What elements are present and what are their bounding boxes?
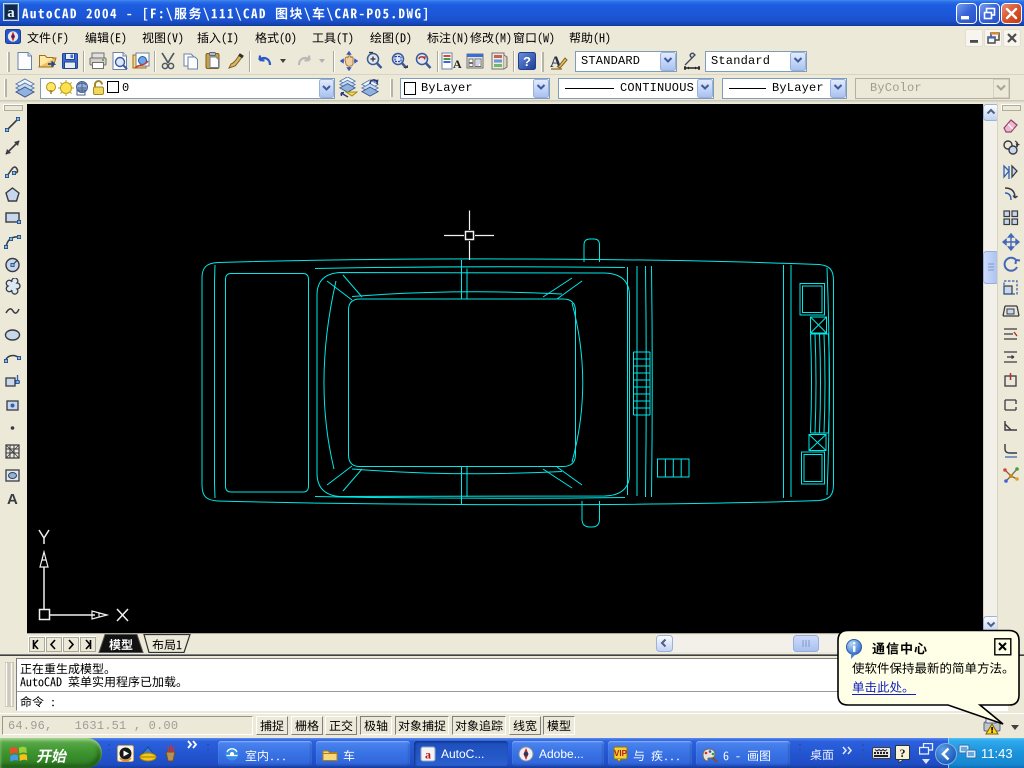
svg-text:a: a [425,748,431,762]
svg-text:A: A [453,57,462,71]
svg-text:?: ? [900,746,906,760]
svg-text:a: a [7,5,15,21]
svg-text:?: ? [523,54,531,69]
svg-text:VIP: VIP [614,749,628,758]
svg-text:A: A [7,491,18,508]
